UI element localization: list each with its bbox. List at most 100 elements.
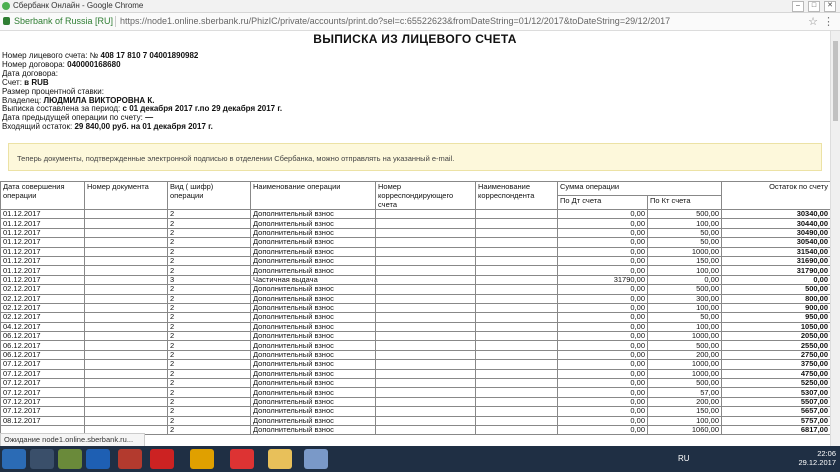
table-row: 07.12.2017 2 Дополнительный взнос 0,00 500,0… [0, 378, 830, 389]
cell-date: 01.12.2017 [0, 237, 85, 248]
cell-debit: 0,00 [557, 406, 648, 417]
info-value: 29 840,00 руб. на 01 декабря 2017 г. [74, 122, 213, 132]
cell-operation-code: 2 [167, 415, 251, 427]
cell-debit: 0,00 [557, 227, 648, 239]
cell-credit: 200,00 [646, 396, 723, 408]
cell-debit: 0,00 [557, 396, 648, 408]
cell-balance: 30440,00 [721, 218, 830, 229]
cell-credit: 50,00 [646, 237, 723, 248]
taskbar: RU 22:06 29.12.2017 [0, 446, 840, 472]
info-value: в RUB [24, 77, 49, 87]
cell-credit: 100,00 [646, 321, 723, 333]
cell-corr-account [375, 208, 476, 220]
cell-date: 07.12.2017 [0, 387, 85, 398]
cell-credit: 150,00 [646, 255, 723, 267]
cell-doc-number [84, 302, 168, 314]
cell-doc-number [84, 312, 168, 323]
url-text[interactable]: https://node1.online.sberbank.ru/PhizIC/… [120, 16, 670, 27]
app-icon[interactable] [150, 449, 174, 469]
cell-operation-code: 2 [167, 331, 251, 342]
table-row: 08.12.2017 2 Дополнительный взнос 0,00 100,0… [0, 415, 830, 427]
cell-corr-account [375, 359, 476, 370]
cell-balance: 800,00 [721, 293, 830, 304]
cell-corr-name [475, 293, 558, 304]
cell-operation-code: 2 [167, 246, 251, 257]
cell-balance: 6817,00 [721, 424, 830, 436]
cell-date: 02.12.2017 [0, 284, 85, 295]
cell-debit: 0,00 [557, 237, 648, 248]
language-indicator[interactable]: RU [678, 454, 690, 463]
cell-operation-name: Дополнительный взнос [250, 396, 376, 408]
cell-doc-number [84, 349, 168, 361]
cell-debit: 0,00 [557, 265, 648, 276]
menu-icon[interactable]: ⋮ [823, 15, 834, 28]
app-icon[interactable] [118, 449, 142, 469]
cell-balance: 2550,00 [721, 340, 830, 351]
info-value: 408 17 810 7 04001890982 [100, 51, 199, 60]
cell-debit: 0,00 [557, 340, 648, 351]
app-icon[interactable] [30, 449, 54, 469]
cell-corr-name [475, 387, 558, 398]
cell-corr-account [375, 387, 476, 398]
cell-corr-name [475, 255, 558, 267]
cell-corr-account [375, 331, 476, 342]
cell-doc-number [84, 274, 168, 286]
scrollbar-thumb[interactable] [833, 41, 838, 121]
info-label: Дата предыдущей операции по счету: [2, 113, 143, 123]
secure-site-label[interactable]: Sberbank of Russia [RU] [14, 16, 113, 27]
cell-doc-number [84, 359, 168, 370]
cell-operation-code: 2 [167, 218, 251, 229]
cell-corr-account [375, 265, 476, 276]
cell-doc-number [84, 321, 168, 333]
start-button-icon[interactable] [2, 449, 26, 469]
cell-debit: 0,00 [557, 424, 648, 436]
cell-corr-name [475, 284, 558, 295]
cell-doc-number [84, 368, 168, 380]
header-corr-account: Номер корреспондирующего счета [375, 181, 476, 210]
minimize-button[interactable]: – [792, 1, 804, 12]
table-row: 07.12.2017 2 Дополнительный взнос 0,00 200,0… [0, 396, 830, 408]
cell-debit: 0,00 [557, 387, 648, 398]
cell-doc-number [84, 415, 168, 427]
address-bar[interactable]: Sberbank of Russia [RU] https://node1.on… [0, 13, 840, 31]
chrome-icon[interactable] [190, 449, 214, 469]
table-row: 02.12.2017 2 Дополнительный взнос 0,00 300,0… [0, 293, 830, 304]
maximize-button[interactable]: □ [808, 1, 820, 12]
cell-corr-name [475, 218, 558, 229]
cell-operation-code: 2 [167, 340, 251, 351]
cell-doc-number [84, 284, 168, 295]
cell-balance: 31690,00 [721, 255, 830, 267]
cell-corr-account [375, 274, 476, 286]
app-icon[interactable] [86, 449, 110, 469]
info-line: Входящий остаток: 29 840,00 руб. на 01 д… [2, 122, 282, 132]
cell-operation-code: 2 [167, 368, 251, 380]
cell-doc-number [84, 227, 168, 239]
close-button[interactable]: ✕ [824, 1, 836, 12]
cell-date: 02.12.2017 [0, 312, 85, 323]
table-row: 04.12.2017 2 Дополнительный взнос 0,00 100,0… [0, 321, 830, 333]
cell-doc-number [84, 396, 168, 408]
cell-date: 01.12.2017 [0, 255, 85, 267]
cell-operation-name: Дополнительный взнос [250, 378, 376, 389]
system-clock[interactable]: 22:06 29.12.2017 [798, 449, 836, 467]
yandex-icon[interactable] [230, 449, 254, 469]
app-icon[interactable] [304, 449, 328, 469]
cell-operation-name: Частичная выдача [250, 274, 376, 286]
cell-credit: 0,00 [646, 274, 723, 286]
cell-operation-code: 2 [167, 321, 251, 333]
cell-operation-name: Дополнительный взнос [250, 331, 376, 342]
folder-icon[interactable] [268, 449, 292, 469]
lock-icon [3, 17, 10, 25]
cell-corr-name [475, 359, 558, 370]
cell-operation-name: Дополнительный взнос [250, 246, 376, 257]
info-value: ЛЮДМИЛА ВИКТОРОВНА К. [43, 95, 155, 105]
app-icon[interactable] [58, 449, 82, 469]
cell-doc-number [84, 265, 168, 276]
cell-corr-name [475, 246, 558, 257]
cell-credit: 50,00 [646, 312, 723, 323]
info-label: Номер договора: [2, 59, 65, 69]
cell-corr-account [375, 378, 476, 389]
bookmark-star-icon[interactable]: ☆ [808, 15, 818, 28]
table-row: 01.12.2017 2 Дополнительный взнос 0,00 150,0… [0, 255, 830, 267]
vertical-scrollbar[interactable] [830, 31, 840, 458]
